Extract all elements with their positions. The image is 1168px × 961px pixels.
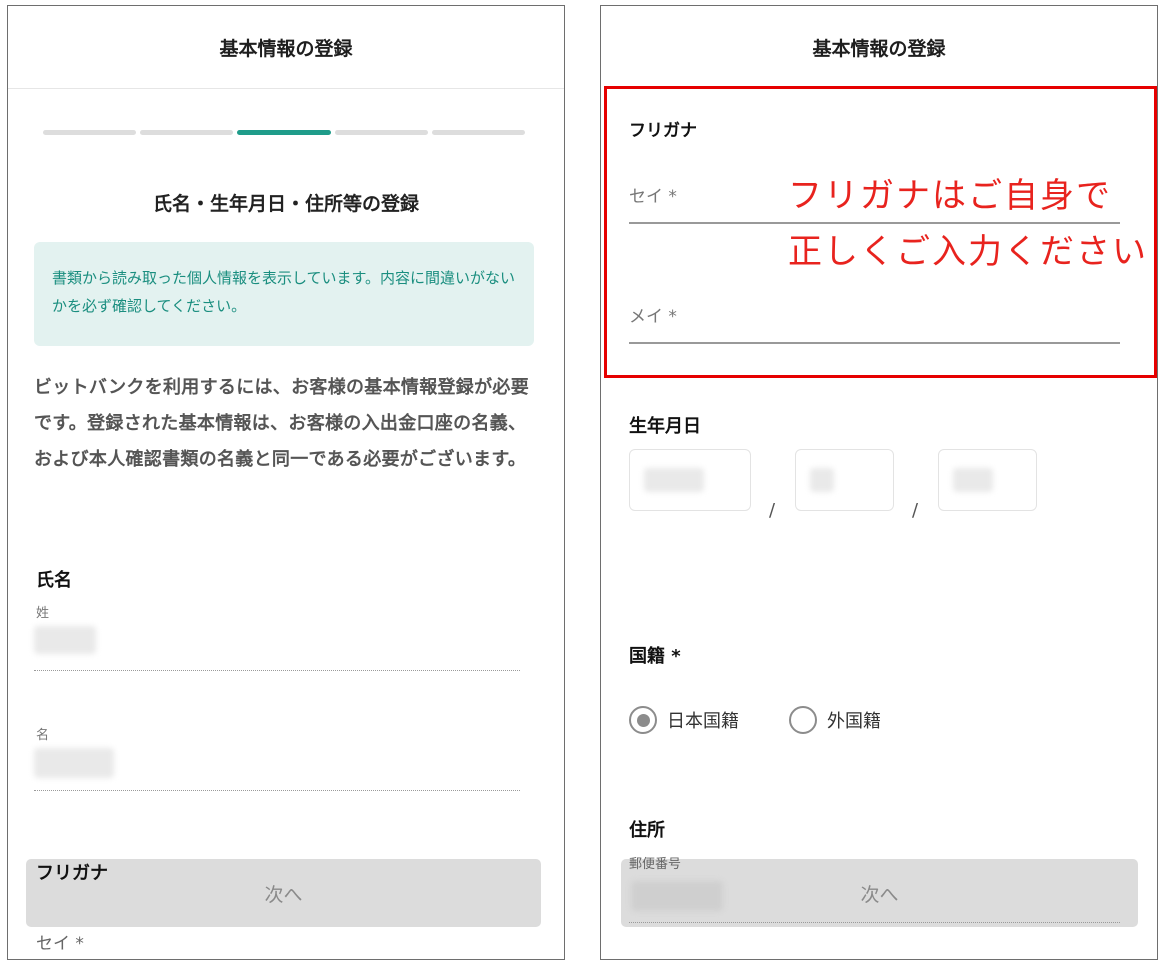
progress-step-3-active xyxy=(237,130,331,135)
description-text: ビットバンクを利用するには、お客様の基本情報登録が必要です。登録された基本情報は… xyxy=(34,377,529,470)
radio-unselected-icon xyxy=(789,706,817,734)
phone-screen-right: 基本情報の登録 フリガナ セイ * フリガナはご自身で 正しくご入力ください メ… xyxy=(600,5,1158,960)
mei-input-underline xyxy=(629,342,1120,344)
furigana-label: フリガナ xyxy=(36,863,108,884)
birth-year-input[interactable] xyxy=(629,449,751,511)
progress-step-2 xyxy=(140,130,234,135)
sei-input-placeholder[interactable]: セイ * xyxy=(629,182,677,207)
birth-day-value-blurred xyxy=(953,468,993,492)
progress-step-4 xyxy=(334,130,428,135)
radio-selected-icon xyxy=(629,706,657,734)
address-label: 住所 xyxy=(629,820,665,841)
nationality-label: 国籍 * xyxy=(629,646,681,667)
date-separator: / xyxy=(769,500,776,521)
name-section-label: 氏名 xyxy=(36,570,72,591)
radio-foreign[interactable]: 外国籍 xyxy=(789,706,881,734)
sei-input-underline xyxy=(629,222,1120,224)
birth-month-value-blurred xyxy=(810,468,834,492)
birth-month-input[interactable] xyxy=(795,449,894,511)
birthdate-label: 生年月日 xyxy=(629,416,701,437)
header-divider xyxy=(8,88,564,89)
mei-input-placeholder[interactable]: メイ * xyxy=(629,302,677,327)
page-header-title: 基本情報の登録 xyxy=(219,37,353,60)
section-title: 氏名・生年月日・住所等の登録 xyxy=(152,193,419,215)
annotation-line-2: 正しくご入力ください xyxy=(788,232,1148,272)
progress-step-1 xyxy=(43,130,137,135)
progress-steps xyxy=(43,130,526,136)
sei-label: セイ * xyxy=(36,934,84,954)
last-name-label: 姓 xyxy=(36,606,50,621)
birth-year-value-blurred xyxy=(644,468,704,492)
notice-box: 書類から読み取った個人情報を表示しています。内容に間違いがないかを必ず確認してく… xyxy=(34,242,534,346)
first-name-label: 名 xyxy=(36,728,50,743)
date-separator: / xyxy=(912,500,919,521)
last-name-underline xyxy=(34,670,520,671)
annotation-line-1: フリガナはご自身で xyxy=(788,176,1112,216)
postal-code-label: 郵便番号 xyxy=(629,857,682,872)
radio-label-japanese: 日本国籍 xyxy=(667,711,739,732)
first-name-value-blurred[interactable] xyxy=(34,748,114,778)
progress-step-5 xyxy=(431,130,526,135)
postal-code-value-blurred[interactable] xyxy=(631,881,723,911)
last-name-value-blurred[interactable] xyxy=(34,626,96,654)
first-name-underline xyxy=(34,790,520,791)
postal-code-underline xyxy=(629,922,1120,923)
radio-label-foreign: 外国籍 xyxy=(827,711,881,732)
radio-dot-icon xyxy=(636,713,650,727)
furigana-label: フリガナ xyxy=(629,121,697,141)
phone-screen-left: 基本情報の登録 氏名・生年月日・住所等の登録 書類から読み取った個人情報を表示し… xyxy=(7,5,565,960)
radio-japanese[interactable]: 日本国籍 xyxy=(629,706,739,734)
birth-day-input[interactable] xyxy=(938,449,1037,511)
page-header-title: 基本情報の登録 xyxy=(812,37,946,60)
